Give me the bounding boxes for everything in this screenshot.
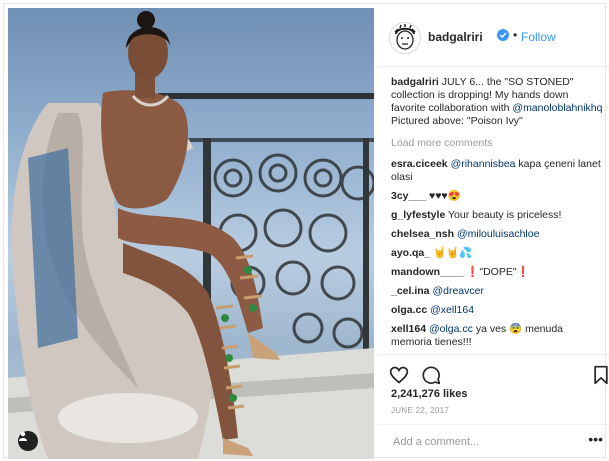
comment-user[interactable]: chelsea_nsh bbox=[391, 228, 454, 240]
comment-item: esra.ciceek @rihannisbea kapa çeneni lan… bbox=[391, 158, 603, 184]
comment-item: _cel.ina @dreavcer bbox=[391, 285, 603, 298]
comment-item: olga.cc @xell164 bbox=[391, 304, 603, 317]
comment-user[interactable]: _cel.ina bbox=[391, 285, 430, 297]
add-comment-bar: ••• bbox=[377, 424, 609, 460]
heart-icon[interactable] bbox=[389, 365, 409, 385]
comment-user[interactable]: esra.ciceek bbox=[391, 158, 448, 170]
verified-badge-icon bbox=[497, 29, 509, 41]
comment-item: mandown____ ❗️"DOPE"❗️ bbox=[391, 266, 603, 279]
comment-bubble-icon[interactable] bbox=[421, 365, 441, 385]
caption-text-2: Pictured above: "Poison Ivy" bbox=[391, 115, 523, 127]
follow-separator: • bbox=[513, 28, 518, 42]
caption-author[interactable]: badgalriri bbox=[391, 76, 439, 88]
post-date[interactable]: JUNE 22, 2017 bbox=[391, 406, 449, 415]
post-username[interactable]: badgalriri bbox=[428, 30, 483, 44]
comment-item: xell164 @olga.cc ya ves 😨 menuda memoria… bbox=[391, 323, 603, 349]
post-photo[interactable] bbox=[8, 8, 374, 459]
bookmark-icon[interactable] bbox=[591, 365, 609, 385]
add-comment-input[interactable] bbox=[391, 435, 575, 449]
post-header: badgalriri • Follow bbox=[377, 8, 609, 67]
post-caption: badgalriri JULY 6... the "SO STONED" col… bbox=[391, 76, 603, 128]
comment-item: ayo.qa_ 🤘🤘💦 bbox=[391, 247, 603, 260]
post-sidebar: badgalriri • Follow badgalriri JULY 6...… bbox=[377, 8, 609, 459]
post-container: badgalriri • Follow badgalriri JULY 6...… bbox=[3, 3, 609, 459]
more-options-icon[interactable]: ••• bbox=[588, 431, 603, 447]
comments-list: badgalriri JULY 6... the "SO STONED" col… bbox=[391, 76, 603, 355]
photo-illustration bbox=[8, 11, 374, 459]
caption-mention[interactable]: @manoloblahnikhq bbox=[512, 102, 602, 114]
load-more-comments-button[interactable]: Load more comments bbox=[391, 137, 603, 150]
comment-text: ❗️"DOPE"❗️ bbox=[463, 266, 530, 278]
comment-user[interactable]: 3cy___ bbox=[391, 190, 426, 202]
comment-item: chelsea_nsh @milouluisachloe bbox=[391, 228, 603, 241]
follow-button[interactable]: Follow bbox=[521, 30, 556, 44]
comment-user[interactable]: ayo.qa_ bbox=[391, 247, 430, 259]
comment-mention[interactable]: @rihannisbea bbox=[451, 158, 516, 170]
user-tag-icon[interactable] bbox=[18, 431, 38, 451]
comment-mention[interactable]: @dreavcer bbox=[432, 285, 484, 297]
profile-avatar[interactable] bbox=[389, 22, 421, 54]
comment-text: ♥♥♥😍 bbox=[426, 190, 461, 202]
comment-user[interactable]: g_lyfestyle bbox=[391, 209, 445, 221]
comment-user[interactable]: xell164 bbox=[391, 323, 426, 335]
likes-count[interactable]: 2,241,276 likes bbox=[391, 388, 467, 400]
comment-mention[interactable]: @xell164 bbox=[430, 304, 474, 316]
comment-text: 🤘🤘💦 bbox=[430, 247, 473, 259]
comment-mention[interactable]: @olga.cc bbox=[429, 323, 473, 335]
comment-text: Your beauty is priceless! bbox=[445, 209, 562, 221]
comment-item: g_lyfestyle Your beauty is priceless! bbox=[391, 209, 603, 222]
comment-item: 3cy___ ♥♥♥😍 bbox=[391, 190, 603, 203]
comment-user[interactable]: mandown____ bbox=[391, 266, 463, 278]
comment-user[interactable]: olga.cc bbox=[391, 304, 427, 316]
comment-mention[interactable]: @milouluisachloe bbox=[457, 228, 539, 240]
post-actions bbox=[377, 354, 609, 389]
